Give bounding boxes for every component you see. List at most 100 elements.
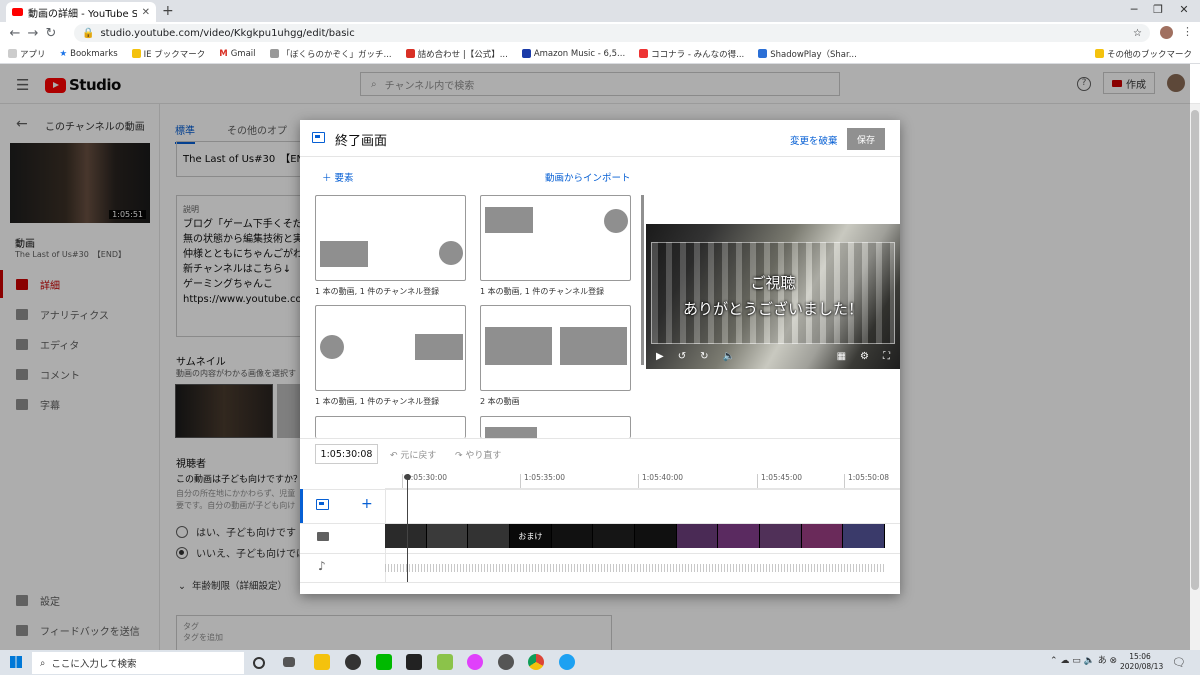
bookmark-item[interactable]: ★ Bookmarks: [60, 49, 118, 59]
system-tray-icons[interactable]: ⌃ ☁ ▭ 🔈 あ ⊗: [1050, 653, 1117, 666]
tab-title: 動画の詳細 - YouTube Studio: [28, 8, 137, 20]
template-2videos[interactable]: [480, 305, 631, 391]
play-icon[interactable]: ▶: [656, 351, 664, 362]
template-1video-1sub-b[interactable]: [480, 195, 631, 281]
audio-waveform: [385, 564, 885, 572]
bookmark-item[interactable]: M Gmail: [219, 49, 255, 59]
template-partial[interactable]: [480, 416, 631, 439]
save-button[interactable]: 保存: [847, 128, 885, 150]
redo-button[interactable]: ↷ やり直す: [455, 448, 501, 461]
browser-tabstrip: [0, 0, 1200, 22]
preview-caption-line2: ありがとうございました！: [682, 300, 863, 318]
filmstrip-frame: [551, 524, 594, 548]
video-filmstrip[interactable]: おまけ: [385, 524, 886, 548]
taskbar-search[interactable]: ⌕ ここに入力して検索: [32, 652, 244, 674]
undo-button[interactable]: ↶ 元に戻す: [390, 448, 436, 461]
player-controls: ▶ ↺ ↻ 🔈 ▦ ⚙ ⛶: [646, 346, 900, 366]
filmstrip-frame: [385, 524, 427, 548]
bookmark-item[interactable]: ShadowPlay（Shar...: [758, 48, 857, 60]
filmstrip-frame-bonus: おまけ: [510, 524, 552, 548]
bookmarks-bar: アプリ ★ Bookmarks IE ブックマーク M Gmail 「ぼくらのかぞく…: [0, 44, 1200, 64]
app-icon[interactable]: [345, 654, 361, 670]
minimize-button[interactable]: ─: [1122, 3, 1146, 16]
template-partial[interactable]: [315, 416, 466, 438]
bookmark-item[interactable]: IE ブックマーク: [131, 48, 205, 60]
timecode-field[interactable]: 1:05:30:08: [315, 444, 378, 464]
gmail-icon: M: [219, 48, 228, 59]
bookmark-item[interactable]: 「ぼくらのかぞく」ガッチ...: [269, 48, 392, 60]
close-window-button[interactable]: ✕: [1172, 3, 1196, 16]
ruler-tick: 1:05:50:08: [844, 474, 889, 488]
template-list-scrollbar[interactable]: [641, 195, 644, 365]
reload-icon[interactable]: ↻: [42, 26, 60, 41]
template-caption: 1 本の動画, 1 件のチャンネル登録: [480, 287, 605, 296]
photos-icon[interactable]: [437, 654, 453, 670]
playhead[interactable]: [404, 474, 411, 582]
address-bar[interactable]: 🔒 studio.youtube.com/video/Kkgkpu1uhgg/e…: [74, 24, 1150, 42]
scrollbar-thumb[interactable]: [1191, 110, 1199, 590]
plus-icon: ＋: [322, 173, 332, 184]
filmstrip-frame: [426, 524, 469, 548]
video-placeholder: [560, 327, 627, 365]
apps-icon: [8, 49, 17, 58]
new-tab-button[interactable]: +: [162, 3, 174, 19]
bookmark-item[interactable]: アプリ: [8, 48, 46, 60]
gear-icon[interactable]: ⚙: [860, 351, 869, 362]
close-tab-icon[interactable]: ✕: [142, 7, 150, 18]
file-explorer-icon[interactable]: [314, 654, 330, 670]
import-from-video-button[interactable]: 動画からインポート: [545, 170, 631, 184]
star-icon: ★: [59, 48, 68, 59]
filmstrip-frame: [676, 524, 719, 548]
notification-icon[interactable]: 🗨: [1172, 656, 1186, 669]
task-view-icon[interactable]: [283, 657, 295, 667]
video-preview[interactable]: ご視聴 ありがとうございました！ ▶ ↺ ↻ 🔈 ▦ ⚙ ⛶: [646, 224, 900, 369]
browser-tab[interactable]: 動画の詳細 - YouTube Studio ✕: [6, 2, 156, 22]
add-element-button[interactable]: ＋ 要素: [322, 170, 354, 184]
end-screen-icon: [312, 132, 325, 143]
preview-caption-line1: ご視聴: [750, 274, 796, 292]
end-screen-dialog: 終了画面 変更を破棄 保存 ＋ 要素 動画からインポート 1 本の動画, 1 件…: [300, 120, 900, 594]
ruler-tick: 1:05:45:00: [757, 474, 802, 488]
bookmark-item[interactable]: その他のブックマーク: [1094, 48, 1192, 60]
maximize-button[interactable]: ❐: [1146, 3, 1170, 16]
end-screen-lane-icon: [316, 499, 329, 510]
windows-start-icon[interactable]: [10, 656, 22, 668]
filmstrip-frame: [760, 524, 802, 548]
video-camera-icon: [317, 532, 329, 541]
taskbar-clock[interactable]: 15:06 2020/08/13: [1120, 652, 1163, 672]
template-1video-1sub-a[interactable]: [315, 195, 466, 281]
chrome-icon[interactable]: [528, 654, 544, 670]
add-element-plus-icon[interactable]: +: [361, 496, 373, 512]
bookmark-item[interactable]: ココナラ - みんなの得...: [639, 48, 744, 60]
forward-arrow-icon[interactable]: →: [24, 26, 42, 41]
template-1video-1sub-c[interactable]: [315, 305, 466, 391]
star-icon[interactable]: ☆: [1133, 28, 1142, 39]
filmstrip-frame: [593, 524, 636, 548]
app-icon[interactable]: [467, 654, 483, 670]
template-caption: 2 本の動画: [480, 397, 520, 406]
fullscreen-icon[interactable]: ⛶: [883, 351, 890, 362]
discard-changes-button[interactable]: 変更を破棄: [790, 133, 838, 147]
video-placeholder: [415, 334, 463, 360]
grid-icon[interactable]: ▦: [837, 351, 846, 362]
end-screen-overlay: [651, 242, 895, 344]
folder-icon: [131, 49, 141, 58]
ruler-tick: 1:05:40:00: [638, 474, 683, 488]
twitter-icon[interactable]: [559, 654, 575, 670]
gear-icon[interactable]: [498, 654, 514, 670]
forward-icon[interactable]: ↻: [700, 351, 708, 362]
rewind-icon[interactable]: ↺: [678, 351, 686, 362]
bookmark-item[interactable]: Amazon Music - 6,5...: [521, 49, 625, 59]
line-icon[interactable]: [376, 654, 392, 670]
sticky-notes-icon[interactable]: [406, 654, 422, 670]
menu-icon[interactable]: ⋮: [1182, 25, 1193, 38]
cortana-icon[interactable]: [253, 657, 265, 669]
redo-icon: ↷: [455, 451, 463, 461]
back-arrow-icon[interactable]: ←: [6, 26, 24, 41]
search-icon: ⌕: [40, 657, 46, 669]
site-icon: [269, 49, 279, 58]
volume-icon[interactable]: 🔈: [722, 351, 734, 362]
profile-icon[interactable]: [1160, 26, 1173, 39]
dialog-title: 終了画面: [335, 134, 388, 149]
bookmark-item[interactable]: 詰め合わせ |【公式】...: [405, 48, 508, 60]
